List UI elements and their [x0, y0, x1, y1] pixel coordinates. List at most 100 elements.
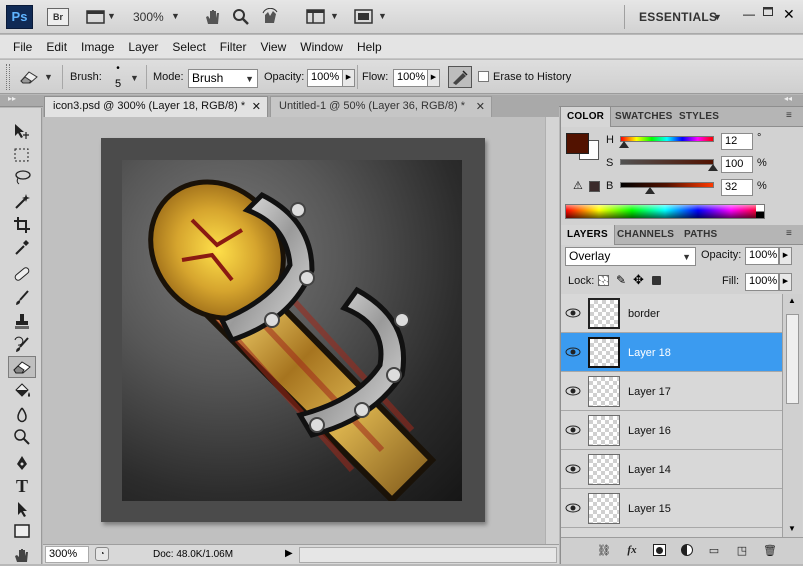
- gamut-color-swatch[interactable]: [589, 181, 600, 192]
- status-zoom-input[interactable]: 300%: [45, 546, 89, 563]
- hand-tool-button[interactable]: [200, 6, 224, 28]
- arrange-documents-button[interactable]: [304, 6, 328, 28]
- fill-slider-button[interactable]: ▶: [779, 273, 792, 291]
- eraser-tool[interactable]: [8, 356, 36, 378]
- lock-pixels-icon[interactable]: ✎: [616, 273, 626, 287]
- panel-menu-icon[interactable]: ≡: [786, 228, 792, 239]
- layer-row-layer-14[interactable]: Layer 14: [561, 450, 782, 489]
- layers-scrollbar[interactable]: ▲ ▼: [782, 294, 802, 540]
- brightness-slider-thumb[interactable]: [645, 187, 655, 194]
- hue-input[interactable]: 12: [721, 133, 753, 150]
- clone-stamp-tool[interactable]: [8, 311, 36, 333]
- collapse-panels-icon[interactable]: ◂◂: [784, 94, 792, 103]
- adjustment-layer-icon[interactable]: [681, 544, 693, 556]
- canvas-artwork[interactable]: [122, 160, 462, 505]
- tab-swatches[interactable]: SWATCHES: [609, 107, 679, 127]
- tab-layers[interactable]: LAYERS: [561, 225, 615, 245]
- workspace-dropdown-icon[interactable]: ▼: [713, 12, 722, 22]
- arrange-dropdown-icon[interactable]: ▼: [330, 11, 339, 21]
- menu-edit[interactable]: Edit: [39, 40, 74, 54]
- layer-style-icon[interactable]: fx: [625, 544, 639, 557]
- tab-untitled-1[interactable]: Untitled-1 @ 50% (Layer 36, RGB/8) * ✕: [270, 96, 492, 117]
- lock-all-icon[interactable]: [652, 276, 661, 285]
- tab-channels[interactable]: CHANNELS: [611, 225, 680, 245]
- blend-mode-select[interactable]: Overlay ▼: [565, 247, 696, 266]
- erase-to-history-checkbox[interactable]: [478, 71, 489, 82]
- healing-brush-tool[interactable]: [8, 263, 36, 285]
- menu-image[interactable]: Image: [74, 40, 121, 54]
- menu-layer[interactable]: Layer: [121, 40, 165, 54]
- status-info-icon[interactable]: ◔: [95, 547, 109, 561]
- layer-opacity-input[interactable]: 100%: [745, 247, 779, 265]
- menu-file[interactable]: File: [6, 40, 39, 54]
- rectangle-tool[interactable]: [8, 520, 36, 542]
- layer-row-layer-17[interactable]: Layer 17: [561, 372, 782, 411]
- blur-tool[interactable]: [8, 404, 36, 426]
- close-tab-icon[interactable]: ✕: [476, 100, 485, 113]
- eyedropper-tool[interactable]: [8, 236, 36, 258]
- saturation-slider[interactable]: [620, 159, 714, 165]
- layer-row-layer-18[interactable]: Layer 18: [561, 333, 782, 372]
- menu-select[interactable]: Select: [165, 40, 212, 54]
- rotate-view-button[interactable]: [258, 6, 282, 28]
- flow-input[interactable]: 100%: [393, 69, 428, 87]
- dodge-tool[interactable]: [8, 426, 36, 448]
- history-brush-tool[interactable]: [8, 334, 36, 356]
- flow-slider-button[interactable]: ▶: [427, 69, 440, 87]
- layer-row-layer-15[interactable]: Layer 15: [561, 489, 782, 528]
- hand-tool[interactable]: [8, 544, 36, 566]
- visibility-eye-icon[interactable]: [565, 306, 581, 320]
- magic-wand-tool[interactable]: [8, 190, 36, 212]
- crop-tool[interactable]: [8, 214, 36, 236]
- brush-tool[interactable]: [8, 287, 36, 309]
- minimize-icon[interactable]: —: [743, 7, 755, 21]
- brightness-input[interactable]: 32: [721, 179, 753, 196]
- opacity-input[interactable]: 100%: [307, 69, 343, 87]
- visibility-eye-icon[interactable]: [565, 501, 581, 515]
- layer-opacity-slider-button[interactable]: ▶: [779, 247, 792, 265]
- paint-bucket-tool[interactable]: [8, 380, 36, 402]
- menu-window[interactable]: Window: [293, 40, 350, 54]
- tab-paths[interactable]: PATHS: [678, 225, 723, 245]
- saturation-input[interactable]: 100: [721, 156, 753, 173]
- lasso-tool[interactable]: [8, 166, 36, 188]
- delete-layer-icon[interactable]: 🗑: [763, 544, 777, 557]
- menu-help[interactable]: Help: [350, 40, 389, 54]
- view-extras-button[interactable]: [82, 6, 110, 28]
- lock-transparency-icon[interactable]: [598, 275, 609, 286]
- scroll-thumb[interactable]: [786, 314, 799, 404]
- opacity-slider-button[interactable]: ▶: [342, 69, 355, 87]
- brush-dropdown-icon[interactable]: ▼: [130, 73, 139, 83]
- tab-styles[interactable]: STYLES: [673, 107, 725, 127]
- options-grip[interactable]: [6, 64, 10, 90]
- new-group-icon[interactable]: ▭: [707, 544, 721, 557]
- screen-mode-button[interactable]: [352, 6, 376, 28]
- lock-position-icon[interactable]: ✥: [633, 272, 644, 288]
- visibility-eye-icon[interactable]: [565, 423, 581, 437]
- visibility-eye-icon[interactable]: [565, 345, 581, 359]
- screen-mode-dropdown-icon[interactable]: ▼: [378, 11, 387, 21]
- zoom-tool-button[interactable]: [229, 6, 253, 28]
- maximize-icon[interactable]: [763, 7, 774, 20]
- marquee-tool[interactable]: [8, 144, 36, 166]
- tool-preset-picker[interactable]: ▼: [18, 67, 58, 87]
- close-icon[interactable]: ✕: [783, 6, 795, 23]
- panel-menu-icon[interactable]: ≡: [786, 110, 792, 121]
- collapse-toolbox-icon[interactable]: ▸▸: [8, 94, 16, 103]
- menu-filter[interactable]: Filter: [213, 40, 254, 54]
- new-layer-icon[interactable]: ◳: [735, 544, 749, 557]
- visibility-eye-icon[interactable]: [565, 462, 581, 476]
- tab-color[interactable]: COLOR: [561, 107, 612, 127]
- tab-icon3-psd[interactable]: icon3.psd @ 300% (Layer 18, RGB/8) * ✕: [44, 96, 268, 117]
- black-white-swatch[interactable]: [756, 205, 764, 218]
- brush-picker[interactable]: • 5: [108, 64, 128, 92]
- foreground-color-swatch[interactable]: [566, 133, 589, 154]
- close-tab-icon[interactable]: ✕: [252, 100, 261, 113]
- saturation-slider-thumb[interactable]: [708, 164, 718, 171]
- hue-slider[interactable]: [620, 136, 714, 142]
- scroll-up-icon[interactable]: ▲: [788, 296, 796, 305]
- horizontal-scrollbar[interactable]: [299, 547, 557, 563]
- type-tool[interactable]: T: [8, 474, 36, 496]
- color-spectrum-ramp[interactable]: [565, 204, 765, 219]
- mode-select[interactable]: Brush ▼: [188, 69, 258, 88]
